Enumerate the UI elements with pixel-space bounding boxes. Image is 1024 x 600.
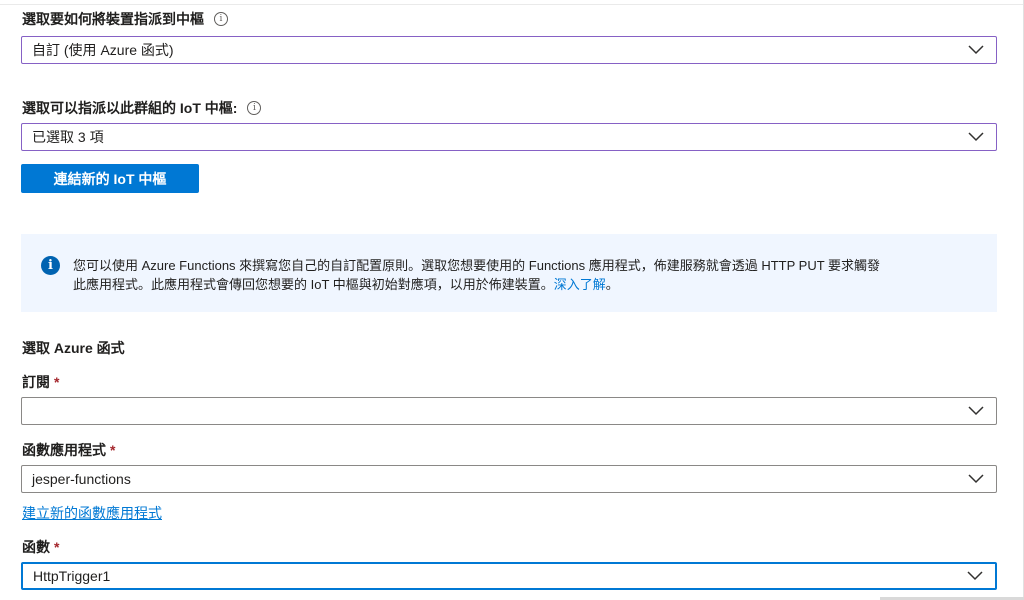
function-app-dropdown[interactable]: jesper-functions [21, 465, 997, 493]
chevron-down-icon [968, 132, 984, 142]
info-banner-text: 您可以使用 Azure Functions 來撰寫您自己的自訂配置原則。選取您想… [73, 258, 881, 292]
info-banner: i 您可以使用 Azure Functions 來撰寫您自己的自訂配置原則。選取… [21, 234, 997, 312]
learn-more-link[interactable]: 深入了解 [554, 277, 606, 292]
function-label: 函數 * [22, 539, 60, 555]
subscription-label: 訂閱 * [22, 374, 60, 390]
hub-assignment-dropdown[interactable]: 自訂 (使用 Azure 函式) [21, 36, 997, 64]
required-marker: * [54, 374, 60, 390]
iot-hubs-value: 已選取 3 項 [32, 129, 104, 145]
function-app-label: 函數應用程式 * [22, 442, 116, 458]
top-divider [0, 4, 1024, 5]
info-circle-icon: i [41, 256, 60, 275]
function-app-value: jesper-functions [32, 471, 131, 487]
iot-hubs-dropdown[interactable]: 已選取 3 項 [21, 123, 997, 151]
chevron-down-icon [967, 571, 983, 581]
subscription-dropdown[interactable] [21, 397, 997, 425]
required-marker: * [110, 442, 116, 458]
hub-assignment-value: 自訂 (使用 Azure 函式) [32, 42, 174, 58]
section-heading: 選取 Azure 函式 [22, 340, 125, 356]
function-dropdown[interactable]: HttpTrigger1 [21, 562, 997, 590]
chevron-down-icon [968, 474, 984, 484]
create-function-app-link[interactable]: 建立新的函數應用程式 [22, 503, 162, 523]
info-icon[interactable]: i [214, 12, 228, 26]
chevron-down-icon [968, 45, 984, 55]
required-marker: * [54, 539, 60, 555]
function-value: HttpTrigger1 [33, 568, 111, 584]
chevron-down-icon [968, 406, 984, 416]
info-icon[interactable]: i [247, 101, 262, 115]
hub-assignment-label: 選取要如何將裝置指派到中樞 i [22, 10, 228, 28]
iot-hubs-label: 選取可以指派以此群組的 IoT 中樞: i [22, 99, 262, 117]
link-new-iot-hub-button[interactable]: 連結新的 IoT 中樞 [21, 164, 199, 193]
